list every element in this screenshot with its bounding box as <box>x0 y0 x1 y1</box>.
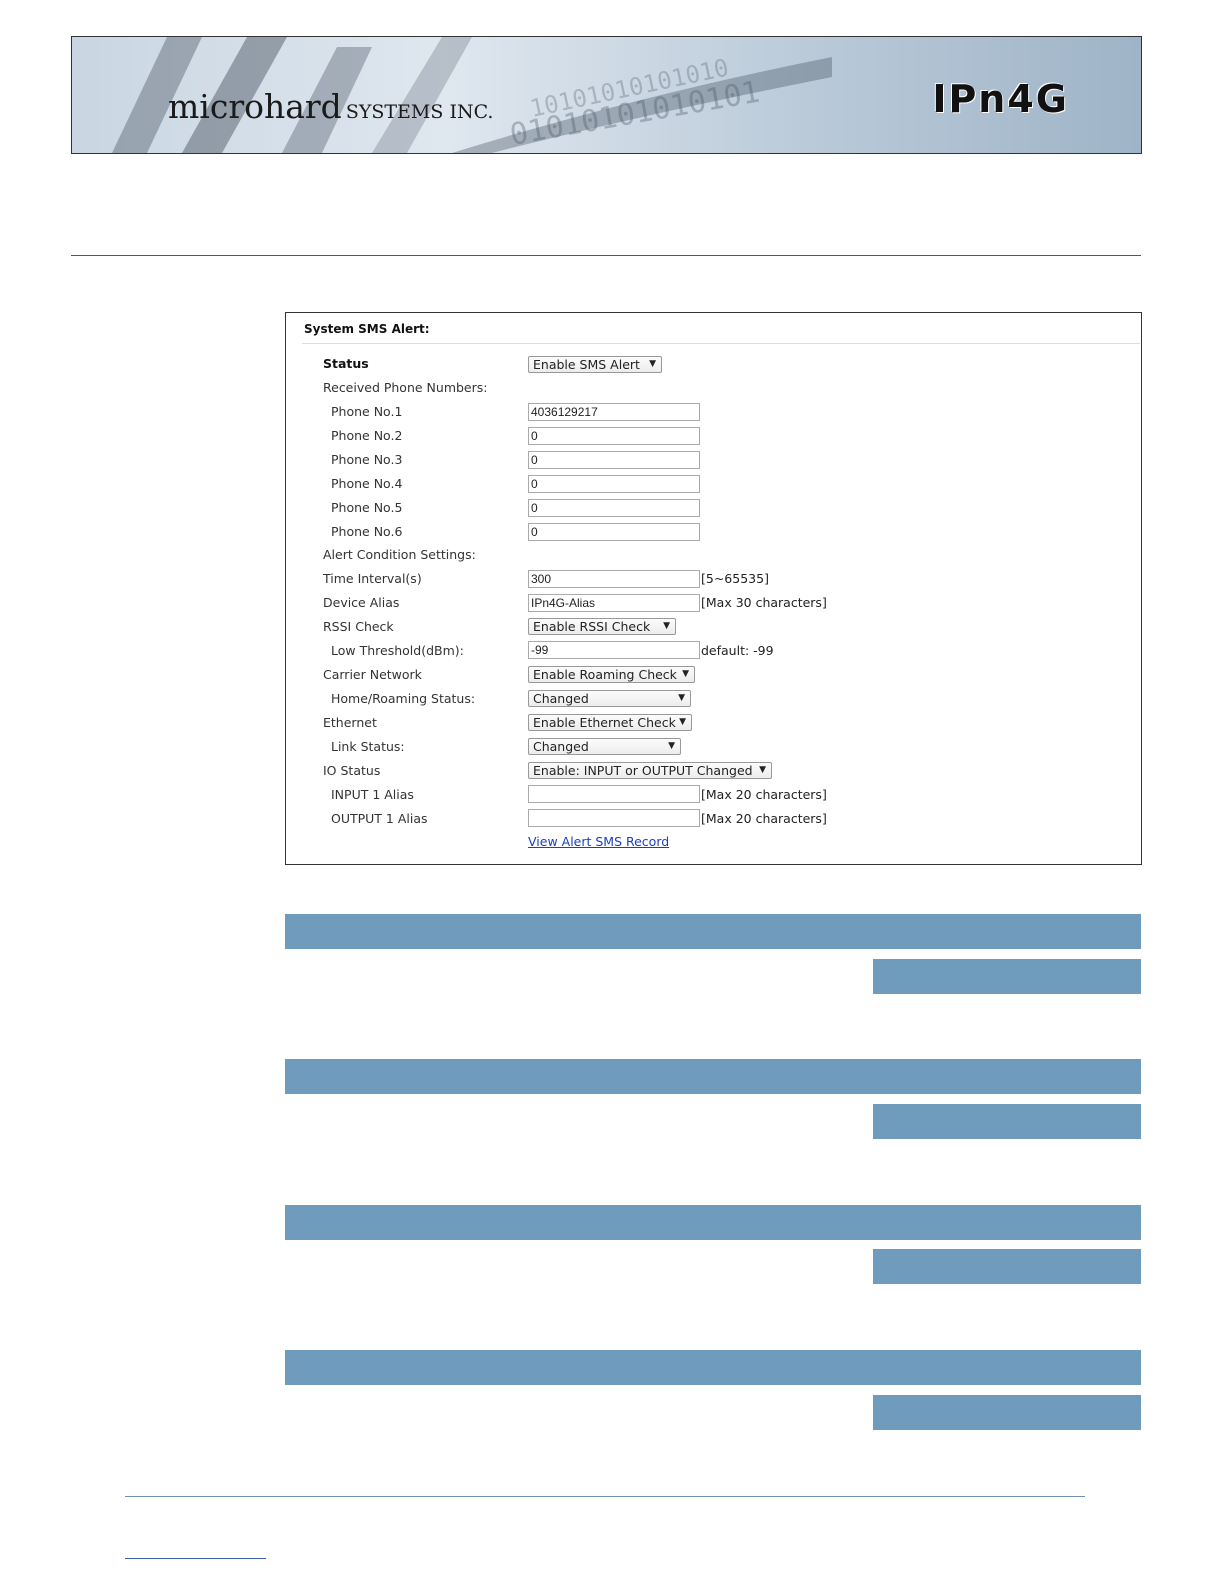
phone-1-input[interactable]: 4036129217 <box>528 403 700 421</box>
input-alias-label: INPUT 1 Alias <box>331 787 414 802</box>
phone-4-label: Phone No.4 <box>331 476 403 491</box>
header-divider <box>71 255 1141 256</box>
phone-3-label: Phone No.3 <box>331 452 403 467</box>
device-alias-input[interactable]: IPn4G-Alias <box>528 594 700 612</box>
section-bar <box>285 914 1141 949</box>
product-name: IPn4G <box>932 77 1069 121</box>
home-roaming-value: Changed <box>533 691 589 706</box>
company-name: microhard <box>168 87 342 126</box>
phone-5-label: Phone No.5 <box>331 500 403 515</box>
link-status-value: Changed <box>533 739 589 754</box>
section-subbar <box>873 1395 1141 1430</box>
low-threshold-hint: default: -99 <box>701 643 774 658</box>
carrier-network-value: Enable Roaming Check <box>533 667 677 682</box>
device-alias-hint: [Max 30 characters] <box>701 595 827 610</box>
panel-title: System SMS Alert: <box>304 322 430 336</box>
phone-3-input[interactable]: 0 <box>528 451 700 469</box>
section-subbar <box>873 1104 1141 1139</box>
section-bar <box>285 1350 1141 1385</box>
section-subbar <box>873 959 1141 994</box>
panel-divider <box>302 343 1140 344</box>
status-select[interactable]: Enable SMS Alert ▼ <box>528 356 662 373</box>
home-roaming-label: Home/Roaming Status: <box>331 691 476 706</box>
io-status-label: IO Status <box>323 763 381 778</box>
phone-5-input[interactable]: 0 <box>528 499 700 517</box>
carrier-network-select[interactable]: Enable Roaming Check ▼ <box>528 666 695 683</box>
link-status-select[interactable]: Changed ▼ <box>528 738 681 755</box>
view-alert-sms-record-link[interactable]: View Alert SMS Record <box>528 834 669 849</box>
rssi-check-select[interactable]: Enable RSSI Check ▼ <box>528 618 676 635</box>
time-interval-label: Time Interval(s) <box>323 571 422 586</box>
output-alias-input[interactable] <box>528 809 700 827</box>
rssi-check-value: Enable RSSI Check <box>533 619 651 634</box>
device-alias-label: Device Alias <box>323 595 400 610</box>
output-alias-label: OUTPUT 1 Alias <box>331 811 428 826</box>
carrier-network-label: Carrier Network <box>323 667 422 682</box>
header-banner: 01010101010101 10101010101010 microhard S… <box>71 36 1142 154</box>
ethernet-value: Enable Ethernet Check <box>533 715 676 730</box>
alert-heading: Alert Condition Settings: <box>323 547 476 562</box>
chevron-down-icon: ▼ <box>678 693 685 703</box>
section-bar <box>285 1059 1141 1094</box>
chevron-down-icon: ▼ <box>682 669 689 679</box>
company-sub: SYSTEMS INC. <box>345 101 494 123</box>
footer-divider <box>125 1496 1085 1497</box>
phone-1-label: Phone No.1 <box>331 404 403 419</box>
link-status-label: Link Status: <box>331 739 405 754</box>
chevron-down-icon: ▼ <box>759 765 766 775</box>
received-heading: Received Phone Numbers: <box>323 380 488 395</box>
ethernet-label: Ethernet <box>323 715 377 730</box>
chevron-down-icon: ▼ <box>668 741 675 751</box>
company-logo: microhard SYSTEMS INC. <box>168 87 493 126</box>
time-interval-input[interactable]: 300 <box>528 570 700 588</box>
phone-6-label: Phone No.6 <box>331 524 403 539</box>
home-roaming-select[interactable]: Changed ▼ <box>528 690 691 707</box>
ethernet-select[interactable]: Enable Ethernet Check ▼ <box>528 714 692 731</box>
phone-6-input[interactable]: 0 <box>528 523 700 541</box>
chevron-down-icon: ▼ <box>679 717 686 727</box>
rssi-check-label: RSSI Check <box>323 619 394 634</box>
status-select-value: Enable SMS Alert <box>533 357 640 372</box>
phone-4-input[interactable]: 0 <box>528 475 700 493</box>
low-threshold-input[interactable]: -99 <box>528 641 700 659</box>
chevron-down-icon: ▼ <box>663 621 670 631</box>
phone-2-label: Phone No.2 <box>331 428 403 443</box>
input-alias-hint: [Max 20 characters] <box>701 787 827 802</box>
footer-link-underline <box>125 1558 266 1559</box>
time-interval-hint: [5~65535] <box>701 571 769 586</box>
io-status-select[interactable]: Enable: INPUT or OUTPUT Changed ▼ <box>528 762 772 779</box>
io-status-value: Enable: INPUT or OUTPUT Changed <box>533 763 753 778</box>
section-bar <box>285 1205 1141 1240</box>
chevron-down-icon: ▼ <box>649 359 656 369</box>
status-label: Status <box>323 356 369 371</box>
low-threshold-label: Low Threshold(dBm): <box>331 643 464 658</box>
phone-2-input[interactable]: 0 <box>528 427 700 445</box>
sms-alert-panel: System SMS Alert: Status Enable SMS Aler… <box>285 312 1142 865</box>
output-alias-hint: [Max 20 characters] <box>701 811 827 826</box>
input-alias-input[interactable] <box>528 785 700 803</box>
section-subbar <box>873 1249 1141 1284</box>
